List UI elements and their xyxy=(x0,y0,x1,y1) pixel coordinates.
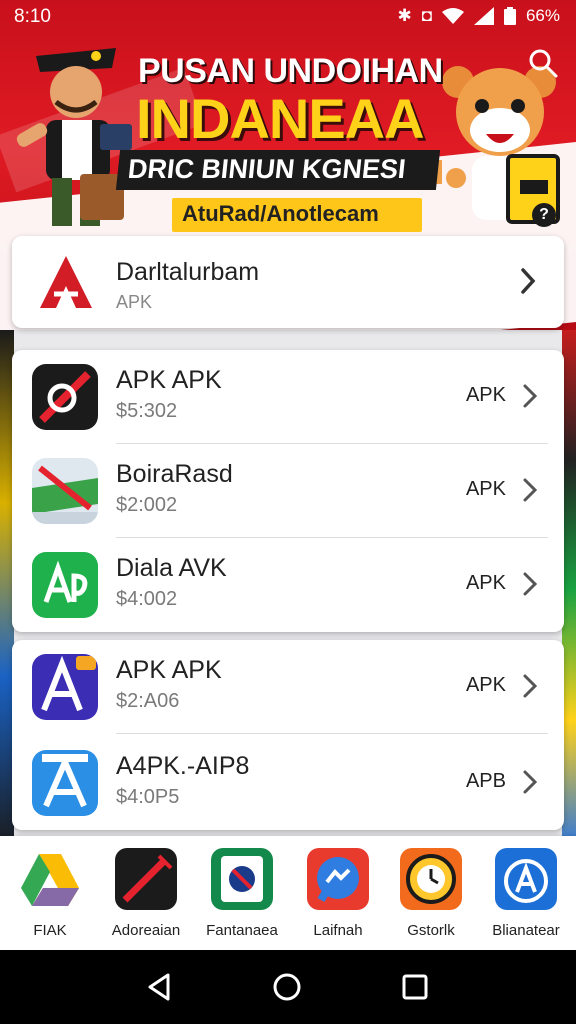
featured-app-name: Darltalurbam xyxy=(116,258,260,286)
app-price: $4:0P5 xyxy=(116,786,180,808)
search-icon[interactable] xyxy=(528,48,558,78)
app-tag: APK xyxy=(465,478,506,500)
chevron-right-icon xyxy=(523,674,538,698)
chevron-right-icon xyxy=(523,572,538,596)
dock-label: Adoreaian xyxy=(111,922,181,939)
featured-app-logo-icon xyxy=(40,256,92,308)
help-icon[interactable]: ? xyxy=(532,203,556,227)
list-item[interactable]: APK APK $5:302 APK xyxy=(12,350,564,444)
home-icon[interactable] xyxy=(272,972,302,1002)
chevron-right-icon xyxy=(523,770,538,794)
dock-label: Blianatear xyxy=(492,922,560,939)
signal-icon xyxy=(473,7,494,25)
banner-title-line3: DRIC BINIUN KGNESI xyxy=(115,150,441,190)
pen-app-icon xyxy=(115,848,177,910)
app-list-secondary: APK APK $2:A06 APK A4PK.-AIP8 $4:0P5 APB xyxy=(12,640,564,830)
green-badge-icon xyxy=(211,848,273,910)
app-title: APK APK xyxy=(116,656,222,684)
app-price: $4:002 xyxy=(116,588,178,610)
purple-a-app-icon xyxy=(32,654,98,720)
list-item[interactable]: A4PK.-AIP8 $4:0P5 APB xyxy=(12,736,564,830)
recents-icon[interactable] xyxy=(400,972,430,1002)
clock-gear-icon xyxy=(400,848,462,910)
battery-icon xyxy=(503,7,516,25)
app-tag: APK xyxy=(465,384,506,406)
dock-label: Gstorlk xyxy=(407,922,455,939)
banner-title-line2: INDANEAA xyxy=(136,87,425,150)
app-title: A4PK.-AIP8 xyxy=(116,752,250,780)
app-list-primary: APK APK $5:302 APK BoiraRasd $2:002 APK … xyxy=(12,350,564,632)
side-decor-right xyxy=(562,330,576,850)
mascot-left-illustration xyxy=(16,48,132,226)
list-item[interactable]: Diala AVK $4:002 APK xyxy=(12,538,564,632)
app-title: BoiraRasd xyxy=(116,460,233,488)
vibrate-icon: ◘ xyxy=(421,6,432,25)
map-app-icon xyxy=(32,458,98,524)
dock-item-gstorlk[interactable]: Gstorlk xyxy=(383,848,479,939)
app-price: $5:302 xyxy=(116,400,178,422)
bluetooth-icon: ✱ xyxy=(397,6,412,25)
dock-label: FIAK xyxy=(33,922,67,939)
status-time: 8:10 xyxy=(14,6,51,27)
back-icon[interactable] xyxy=(144,972,174,1002)
status-bar: 8:10 ✱ ◘ 66% xyxy=(0,0,576,34)
status-icons: ✱ ◘ 66% xyxy=(397,6,560,26)
messenger-icon xyxy=(307,848,369,910)
dock-item-drive[interactable]: FIAK xyxy=(2,848,98,939)
wifi-icon xyxy=(441,8,464,24)
featured-app-subtitle: APK xyxy=(116,292,153,312)
app-dock: FIAK Adoreaian Fantanaea Laifnah Gstorlk… xyxy=(0,836,576,950)
dock-label: Fantanaea xyxy=(206,922,278,939)
app-title: APK APK xyxy=(116,366,222,394)
list-item[interactable]: APK APK $2:A06 APK xyxy=(12,640,564,734)
blue-a-app-icon xyxy=(32,750,98,816)
app-tag: APK xyxy=(465,572,506,594)
app-price: $2:002 xyxy=(116,494,178,516)
featured-app-card[interactable]: Darltalurbam APK xyxy=(12,236,564,328)
app-tag: APB xyxy=(465,770,506,792)
dock-label: Laifnah xyxy=(313,922,363,939)
list-item[interactable]: BoiraRasd $2:002 APK xyxy=(12,444,564,538)
divider xyxy=(116,733,548,734)
green-ap-icon xyxy=(32,552,98,618)
dock-item-blianatear[interactable]: Blianatear xyxy=(478,848,574,939)
blue-a-store-icon xyxy=(495,848,557,910)
app-title: Diala AVK xyxy=(116,554,227,582)
dock-item-fantanaea[interactable]: Fantanaea xyxy=(194,848,290,939)
system-nav-bar xyxy=(0,950,576,1024)
drive-icon xyxy=(19,848,81,910)
app-price: $2:A06 xyxy=(116,690,180,712)
chevron-right-icon xyxy=(521,268,536,294)
chevron-right-icon xyxy=(523,478,538,502)
battery-percent: 66% xyxy=(525,6,560,25)
chevron-right-icon xyxy=(523,384,538,408)
black-red-app-icon xyxy=(32,364,98,430)
dock-item-adoreaian[interactable]: Adoreaian xyxy=(98,848,194,939)
app-tag: APK xyxy=(465,674,506,696)
mascot-right-illustration xyxy=(436,66,560,224)
banner-pill[interactable]: AtuRad/Anotlecam xyxy=(172,198,422,232)
dock-item-laifnah[interactable]: Laifnah xyxy=(290,848,386,939)
